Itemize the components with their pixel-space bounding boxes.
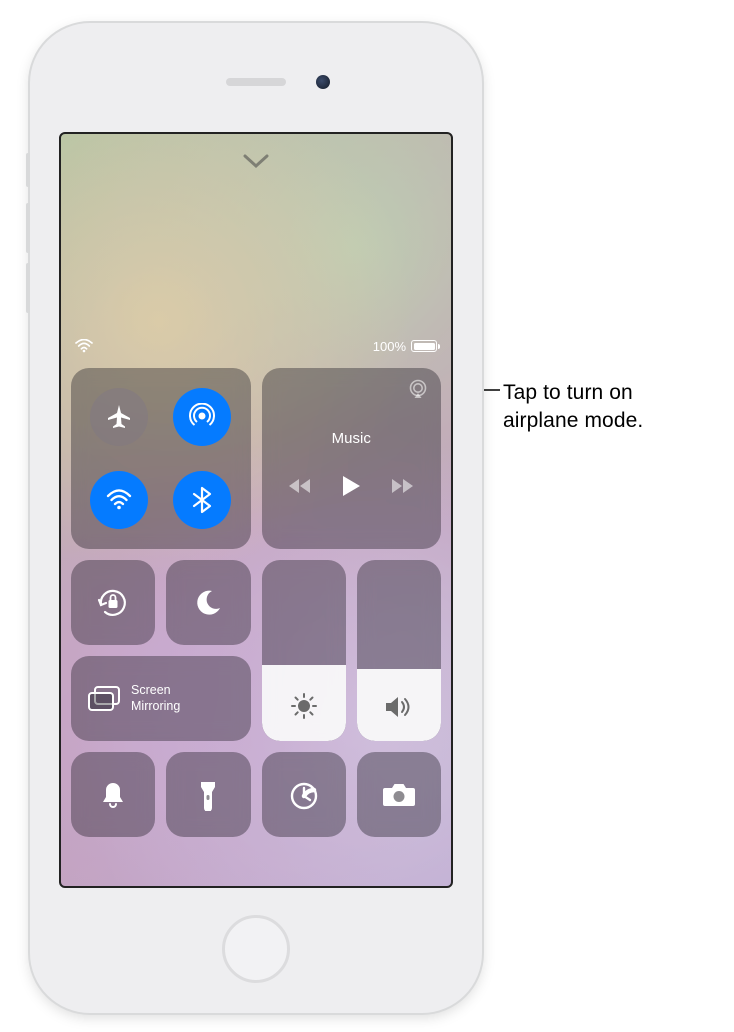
device-frame: 100% <box>30 23 482 1013</box>
moon-icon <box>193 588 223 618</box>
wifi-status-icon <box>75 339 93 353</box>
status-bar: 100% <box>61 334 451 358</box>
connectivity-module[interactable] <box>71 368 251 549</box>
wifi-button[interactable] <box>90 471 148 529</box>
orientation-lock-icon <box>96 586 130 620</box>
skip-back-icon[interactable] <box>289 478 311 499</box>
screen-mirroring-icon <box>87 685 121 713</box>
screen-mirroring-label: Screen Mirroring <box>131 683 180 714</box>
airplay-audio-icon[interactable] <box>407 378 429 405</box>
media-module[interactable]: Music <box>262 368 442 549</box>
media-title: Music <box>332 430 371 447</box>
camera-icon <box>382 782 416 808</box>
home-button[interactable] <box>222 915 290 983</box>
orientation-lock-button[interactable] <box>71 560 155 645</box>
earpiece <box>226 78 286 86</box>
do-not-disturb-button[interactable] <box>166 560 250 645</box>
camera-button[interactable] <box>357 752 441 837</box>
airdrop-icon <box>188 403 216 431</box>
sun-icon <box>290 692 318 725</box>
front-camera <box>316 75 330 89</box>
volume-down-button <box>26 263 30 313</box>
volume-up-button <box>26 203 30 253</box>
control-center: Music <box>71 368 441 837</box>
mute-switch <box>26 153 30 187</box>
volume-slider[interactable] <box>357 560 441 741</box>
flashlight-button[interactable] <box>166 752 250 837</box>
callout-text: Tap to turn on airplane mode. <box>503 379 713 436</box>
airplane-icon <box>105 403 133 431</box>
airplane-mode-button[interactable] <box>90 388 148 446</box>
flashlight-icon <box>198 779 218 811</box>
close-chevron-icon[interactable] <box>243 150 269 176</box>
play-icon[interactable] <box>341 475 361 502</box>
airdrop-button[interactable] <box>173 388 231 446</box>
battery-icon <box>411 340 437 352</box>
skip-forward-icon[interactable] <box>391 478 413 499</box>
bluetooth-icon <box>191 486 213 514</box>
speaker-icon <box>384 694 414 725</box>
wifi-icon <box>105 486 133 514</box>
battery-percent-label: 100% <box>373 339 406 354</box>
timer-icon <box>288 779 320 811</box>
bell-icon <box>99 780 127 810</box>
screen: 100% <box>59 132 453 888</box>
brightness-slider[interactable] <box>262 560 346 741</box>
screen-mirroring-button[interactable]: Screen Mirroring <box>71 656 251 741</box>
ringer-button[interactable] <box>71 752 155 837</box>
bluetooth-button[interactable] <box>173 471 231 529</box>
timer-button[interactable] <box>262 752 346 837</box>
